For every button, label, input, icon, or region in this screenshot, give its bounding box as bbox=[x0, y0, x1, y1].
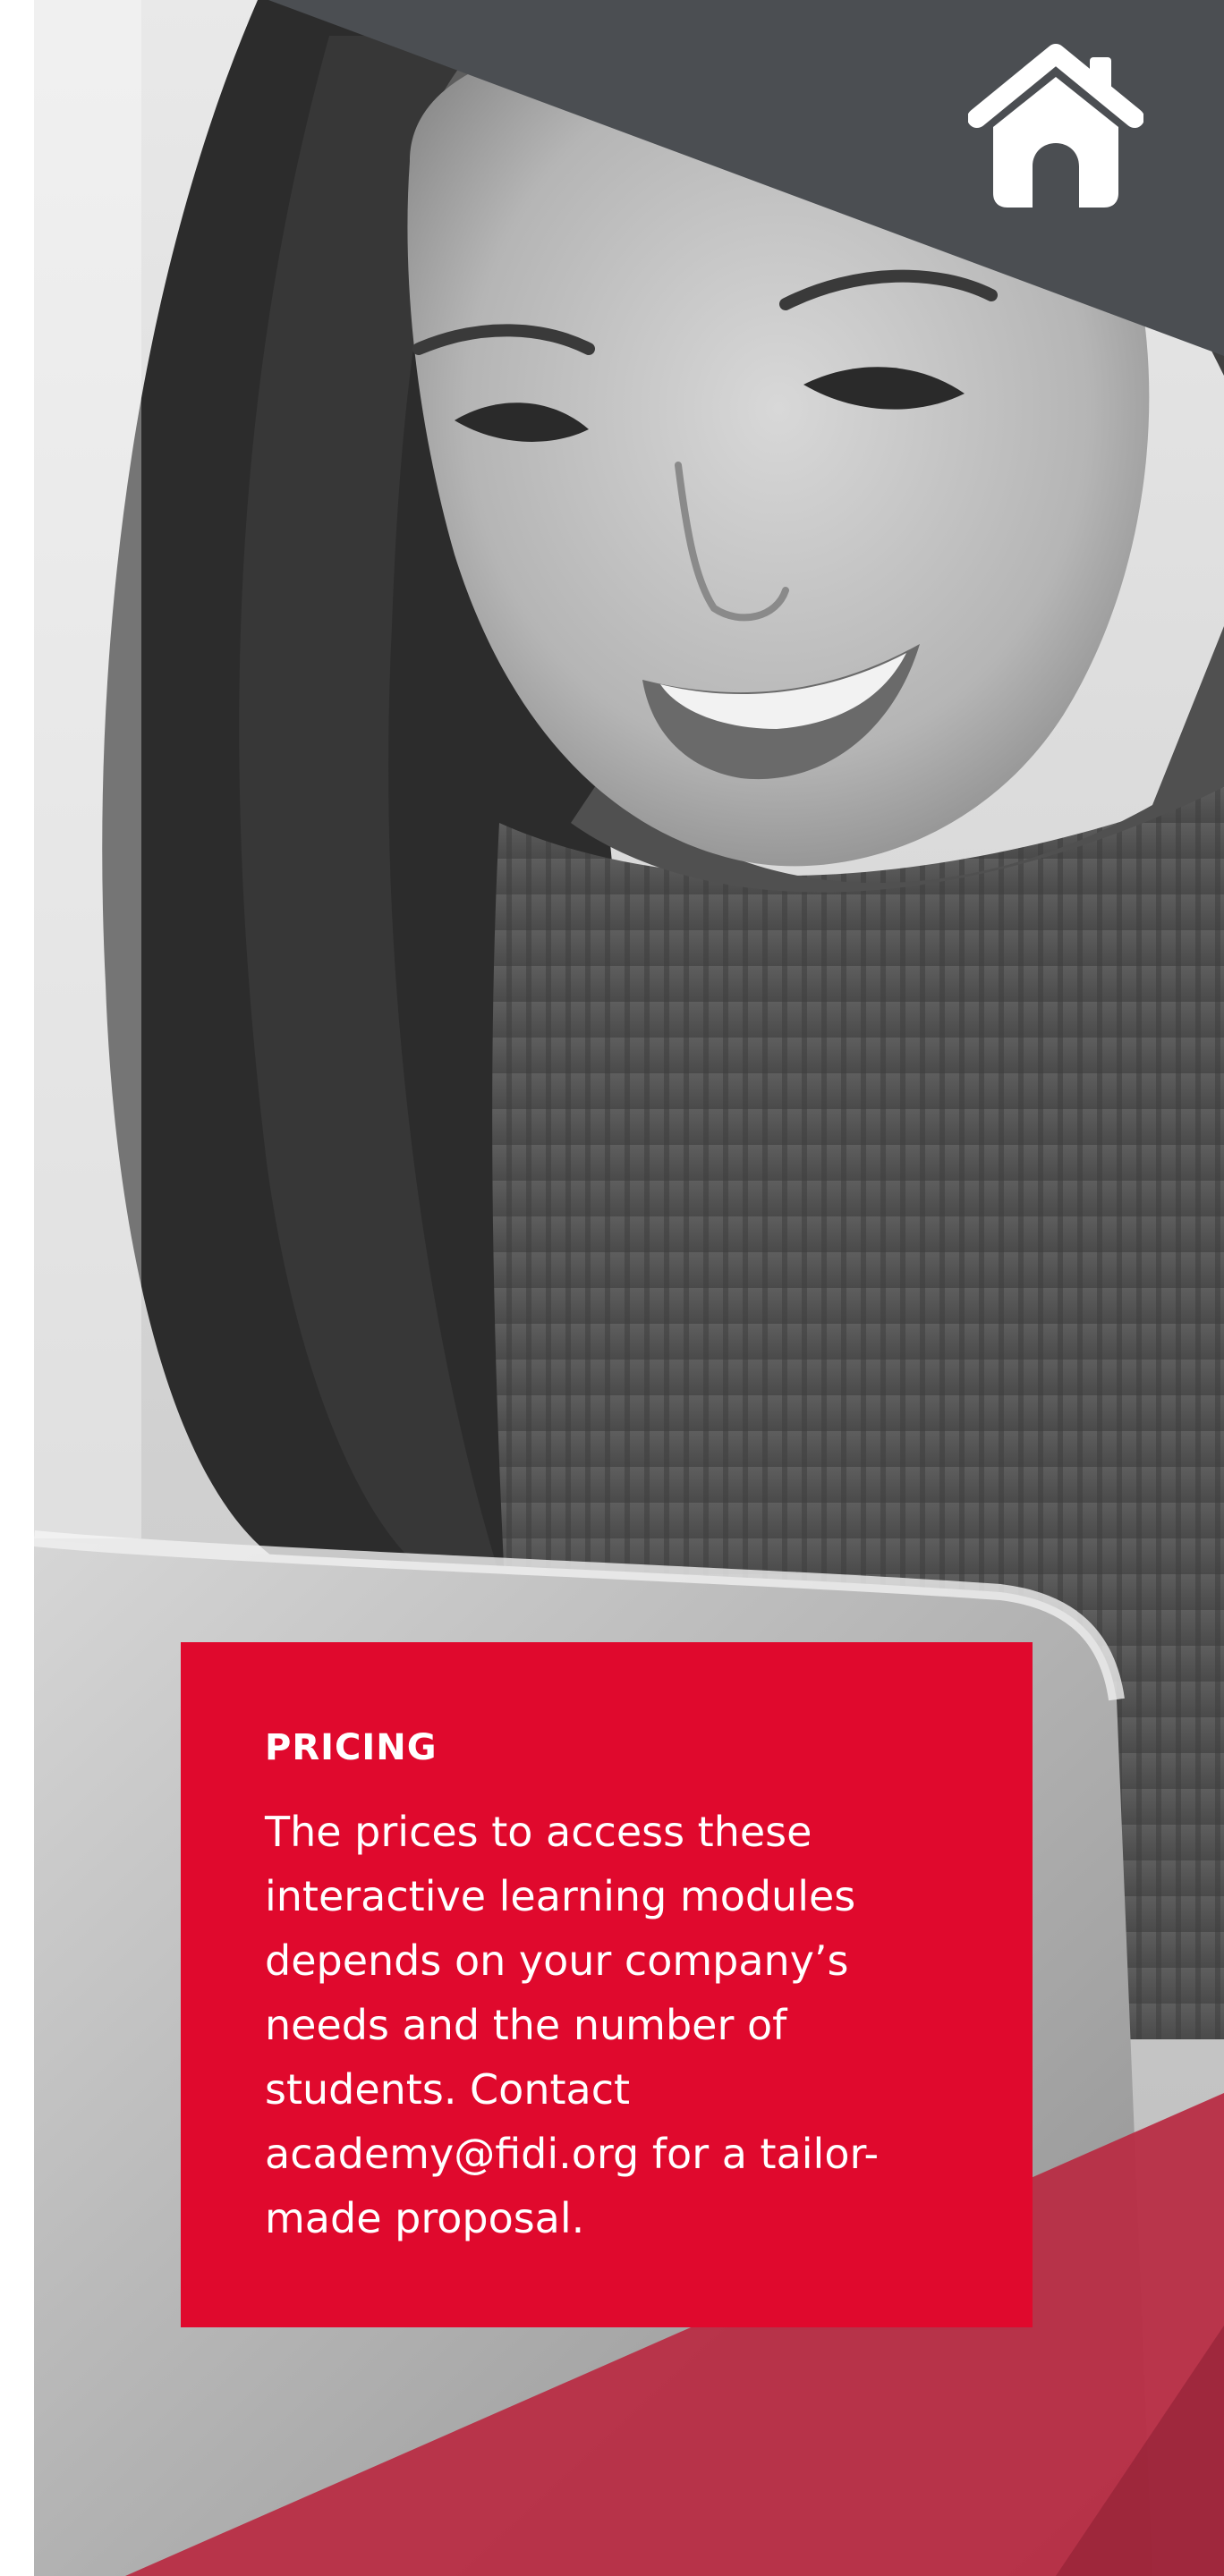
pricing-title: PRICING bbox=[265, 1727, 438, 1768]
contact-email-link[interactable]: academy@fidi.org bbox=[265, 2130, 639, 2178]
home-icon bbox=[967, 44, 1144, 208]
pricing-description: The prices to access these interactive l… bbox=[265, 1800, 963, 2250]
pricing-card: PRICING The prices to access these inter… bbox=[181, 1642, 1033, 2327]
home-button[interactable] bbox=[967, 41, 1144, 211]
pricing-text-intro: The prices to access these interactive l… bbox=[265, 1808, 856, 2114]
brochure-page: PRICING The prices to access these inter… bbox=[0, 0, 1224, 2576]
